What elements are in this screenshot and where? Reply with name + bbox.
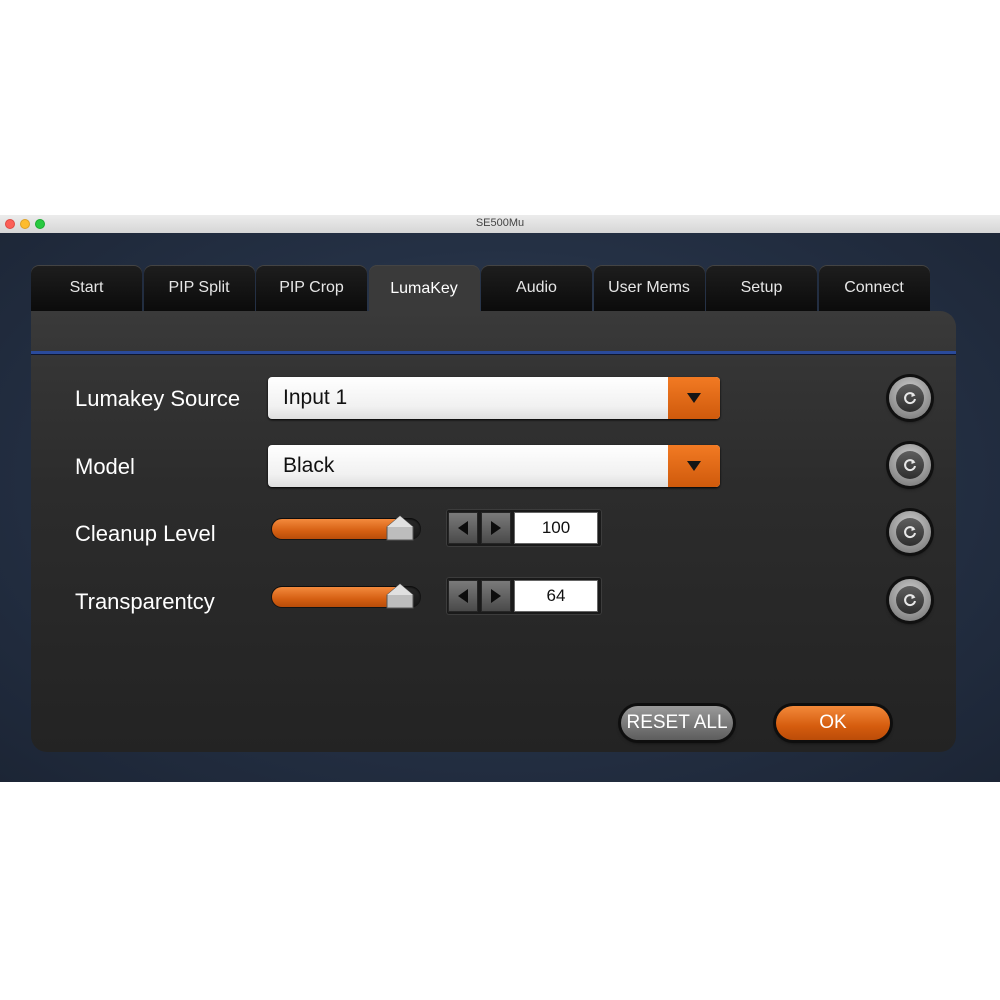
transparency-slider[interactable] [271,583,425,609]
circular-arrow-icon [904,526,916,539]
circular-arrow-icon [904,392,916,405]
transparency-value-field[interactable]: 64 [514,580,598,612]
cleanup-level-slider[interactable] [271,515,425,541]
cleanup-level-label: Cleanup Level [75,521,216,546]
reset-all-button[interactable]: RESET ALL [621,706,733,740]
slider-fill [272,519,398,539]
tab-connect[interactable]: Connect [818,265,930,311]
app-window: SE500Mu Start PIP Split PIP Crop LumaKey… [0,215,1000,782]
slider-fill [272,587,398,607]
transparency-label: Transparentcy [75,589,215,614]
triangle-right-icon [491,589,501,603]
lumakey-source-value: Input 1 [283,386,348,409]
model-dropdown-button[interactable] [668,445,720,487]
window-title: SE500Mu [475,217,525,229]
circular-arrow-icon [904,594,916,607]
cleanup-level-value-field[interactable]: 100 [514,512,598,544]
slider-thumb[interactable] [385,583,415,609]
tab-setup[interactable]: Setup [706,265,817,311]
cleanup-level-stepper: 100 [446,509,602,547]
model-value: Black [283,454,335,477]
cleanup-level-decrement-button[interactable] [448,512,478,544]
model-reset-button[interactable] [889,444,931,486]
triangle-left-icon [458,521,468,535]
transparency-reset-button[interactable] [889,579,931,621]
transparency-increment-button[interactable] [481,580,511,612]
model-select[interactable]: Black [268,445,720,487]
triangle-down-icon [687,393,701,403]
app-content: Start PIP Split PIP Crop LumaKey Audio U… [0,233,1000,782]
tab-pip-split[interactable]: PIP Split [143,265,255,311]
slider-thumb[interactable] [385,515,415,541]
cleanup-level-reset-button[interactable] [889,511,931,553]
lumakey-source-select[interactable]: Input 1 [268,377,720,419]
tab-lumakey[interactable]: LumaKey [368,265,480,313]
tab-bar: Start PIP Split PIP Crop LumaKey Audio U… [31,265,931,313]
lumakey-source-dropdown-button[interactable] [668,377,720,419]
triangle-right-icon [491,521,501,535]
triangle-down-icon [687,461,701,471]
triangle-left-icon [458,589,468,603]
tab-user-mems[interactable]: User Mems [593,265,705,311]
cleanup-level-increment-button[interactable] [481,512,511,544]
panel-divider [31,351,956,355]
lumakey-panel: Lumakey Source Input 1 Model Black Clean… [31,311,956,752]
transparency-stepper: 64 [446,577,602,615]
lumakey-source-label: Lumakey Source [75,386,241,411]
lumakey-source-reset-button[interactable] [889,377,931,419]
tab-start[interactable]: Start [31,265,142,311]
circular-arrow-icon [904,459,916,472]
title-bar: SE500Mu [0,215,1000,234]
ok-button[interactable]: OK [776,706,890,740]
tab-pip-crop[interactable]: PIP Crop [256,265,367,311]
transparency-decrement-button[interactable] [448,580,478,612]
model-label: Model [75,454,135,479]
tab-audio[interactable]: Audio [481,265,592,311]
